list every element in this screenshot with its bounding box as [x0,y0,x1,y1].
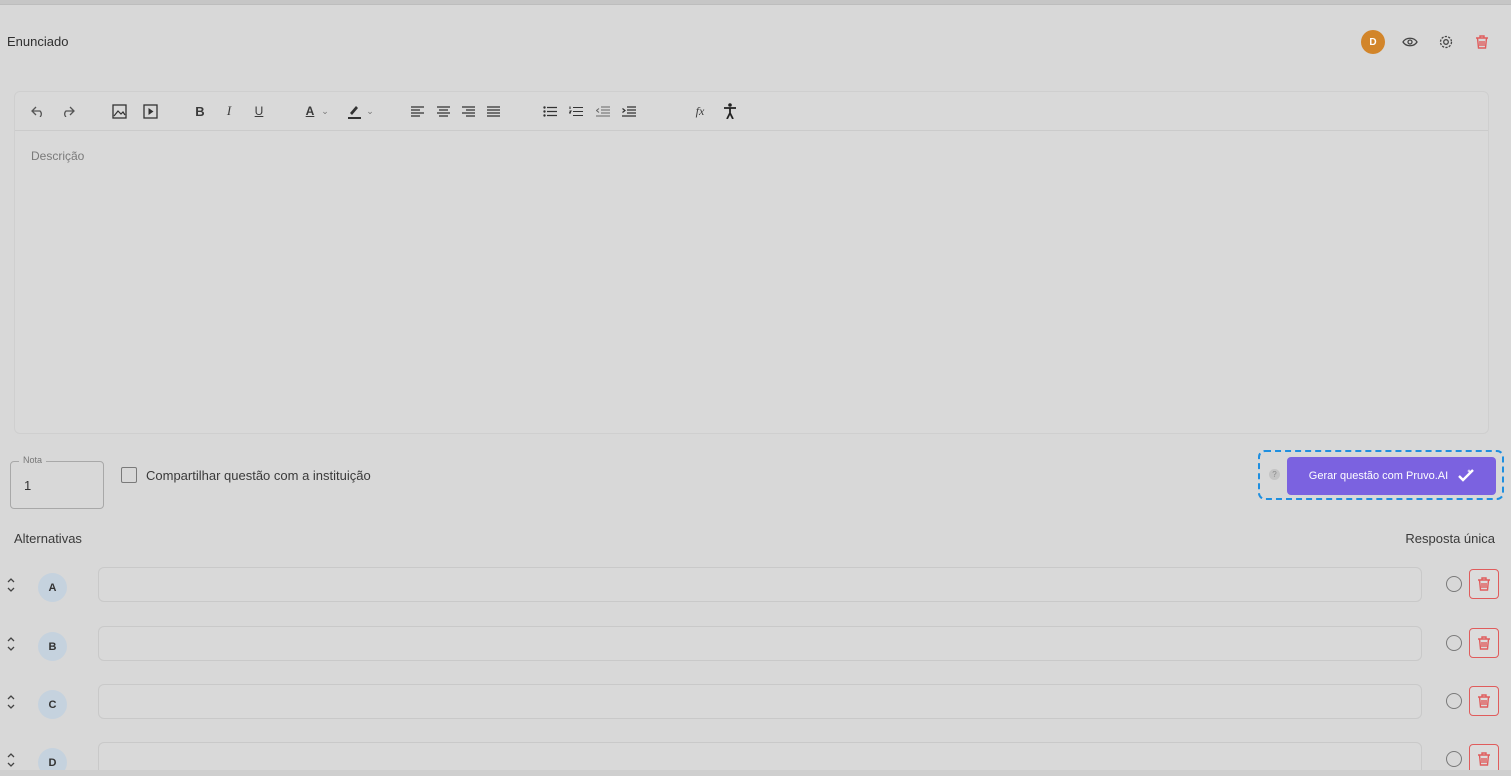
trash-icon[interactable] [1471,31,1493,53]
header-actions: D [1361,30,1493,54]
avatar[interactable]: D [1361,30,1385,54]
correct-answer-radio[interactable] [1446,635,1462,651]
underline-icon[interactable]: U [252,101,266,121]
section-title: Enunciado [7,34,69,49]
accessibility-icon[interactable] [722,101,738,121]
share-label: Compartilhar questão com a instituição [146,467,371,483]
ai-generate-area: ? Gerar questão com Pruvo.AI [1258,450,1504,500]
generate-button-label: Gerar questão com Pruvo.AI [1308,470,1449,482]
delete-alternative-button[interactable] [1469,744,1499,770]
alternative-letter: C [38,690,67,719]
description-placeholder: Descrição [31,149,85,163]
alternatives-label: Alternativas [14,531,82,546]
align-left-icon[interactable] [410,101,424,121]
nota-value: 1 [24,478,32,493]
sort-handle-icon[interactable] [6,634,16,654]
generate-ai-question-button[interactable]: Gerar questão com Pruvo.AI [1287,457,1496,495]
alternative-row: D [0,742,1511,770]
rich-text-editor[interactable]: B I U A ⌄ ⌄ fx Descrição [14,91,1489,434]
delete-alternative-button[interactable] [1469,686,1499,716]
bold-icon[interactable]: B [193,101,207,121]
alternative-input[interactable] [98,742,1422,770]
delete-alternative-button[interactable] [1469,569,1499,599]
alternative-row: B [0,626,1511,666]
correct-answer-radio[interactable] [1446,576,1462,592]
help-icon[interactable]: ? [1269,469,1280,480]
image-icon[interactable] [110,101,128,121]
share-checkbox[interactable] [121,467,137,483]
chevron-down-icon[interactable]: ⌄ [320,101,330,121]
trash-icon [1478,694,1490,708]
trash-icon [1478,752,1490,766]
correct-answer-radio[interactable] [1446,693,1462,709]
video-icon[interactable] [141,101,159,121]
align-justify-icon[interactable] [486,101,500,121]
alternative-input[interactable] [98,626,1422,661]
nota-label: Nota [19,455,47,465]
eye-icon[interactable] [1399,31,1421,53]
italic-icon[interactable]: I [222,101,236,121]
share-option[interactable]: Compartilhar questão com a instituição [121,467,371,483]
alternative-input[interactable] [98,567,1422,602]
alternative-input[interactable] [98,684,1422,719]
formula-icon[interactable]: fx [691,101,709,121]
alternative-letter: B [38,632,67,661]
bottom-divider [0,770,1511,776]
align-right-icon[interactable] [461,101,475,121]
top-divider [0,0,1511,5]
gear-icon[interactable] [1435,31,1457,53]
numbered-list-icon[interactable] [568,101,584,121]
correct-answer-radio[interactable] [1446,751,1462,767]
editor-toolbar: B I U A ⌄ ⌄ fx [15,92,1488,131]
alternative-letter: A [38,573,67,602]
chevron-down-icon[interactable]: ⌄ [365,101,375,121]
magic-check-icon [1458,468,1475,485]
alternative-row: C [0,684,1511,724]
bullet-list-icon[interactable] [542,101,558,121]
alternative-letter: D [38,748,67,770]
undo-icon[interactable] [29,101,47,121]
sort-handle-icon[interactable] [6,692,16,712]
trash-icon [1478,636,1490,650]
align-center-icon[interactable] [436,101,450,121]
indent-icon[interactable] [621,101,637,121]
delete-alternative-button[interactable] [1469,628,1499,658]
sort-handle-icon[interactable] [6,575,16,595]
redo-icon[interactable] [59,101,77,121]
highlight-icon[interactable] [345,101,363,121]
trash-icon [1478,577,1490,591]
nota-field[interactable]: Nota 1 [10,455,104,509]
font-color-icon[interactable]: A [302,101,318,121]
alternative-row: A [0,567,1511,607]
response-type-label: Resposta única [1405,531,1495,546]
outdent-icon[interactable] [595,101,611,121]
sort-handle-icon[interactable] [6,750,16,770]
